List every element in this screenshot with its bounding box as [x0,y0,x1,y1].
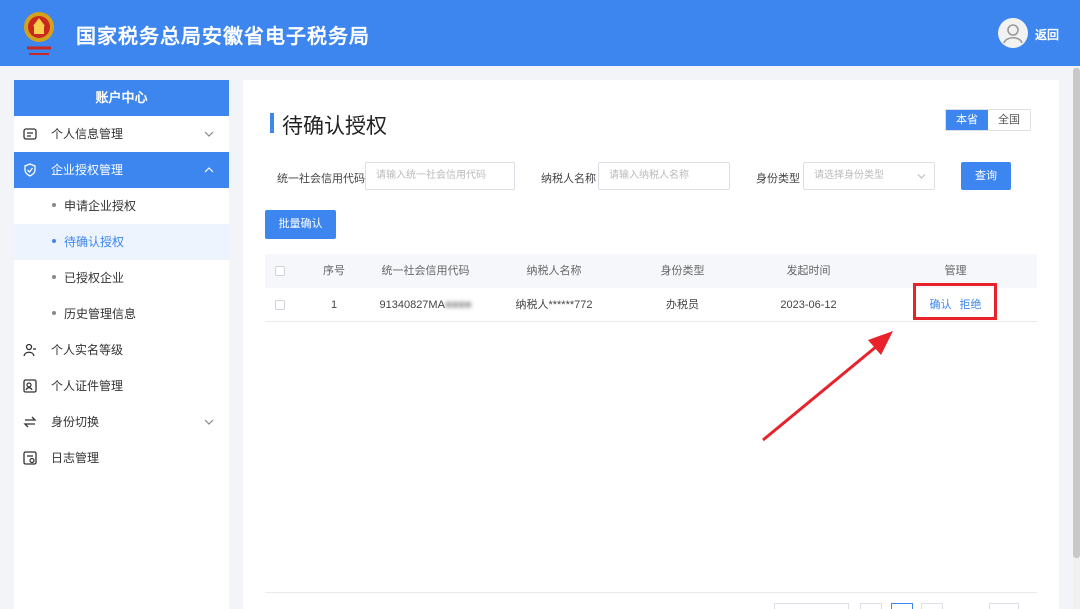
sidebar-item-label: 个人实名等级 [51,343,124,357]
credit-code-blurred: ■■■■ [444,299,472,311]
sidebar-item-label: 个人证件管理 [51,379,124,393]
user-level-icon [23,343,36,357]
taxpayer-name-label: 纳税人名称 [541,173,596,185]
column-header: 身份类型 [660,265,705,277]
app-header: 国家税务总局安徽省电子税务局 返回 [0,0,1080,66]
id-card-icon [23,128,37,140]
sidebar-item-label: 历史管理信息 [64,307,137,321]
sidebar-item-label: 企业授权管理 [51,163,124,177]
shield-check-icon [24,163,36,177]
row-checkbox[interactable] [275,300,285,310]
user-avatar-icon[interactable] [998,18,1028,48]
sidebar-item-logs[interactable]: 日志管理 [14,440,229,476]
sidebar-item-label: 申请企业授权 [64,199,137,213]
sidebar-item-certificates[interactable]: 个人证件管理 [14,368,229,404]
switch-icon [23,416,37,428]
sidebar-item-label: 已授权企业 [64,271,125,285]
sidebar-item-identity-switch[interactable]: 身份切换 [14,404,229,440]
sidebar-subitem-pending-auth[interactable]: 待确认授权 [14,224,229,260]
page-title: 待确认授权 [282,115,387,138]
query-button[interactable]: 查询 [961,162,1011,190]
chevron-up-icon [204,167,214,173]
row-index: 1 [330,299,338,311]
bullet-icon [52,274,56,279]
sidebar-subitem-authorized-enterprises[interactable]: 已授权企业 [14,260,229,296]
sidebar-item-enterprise-auth[interactable]: 企业授权管理 [14,152,229,188]
credit-code-input[interactable]: 请输入统一社会信用代码 [365,162,515,190]
credit-code-label: 统一社会信用代码 [277,173,365,185]
column-header: 纳税人名称 [526,265,582,277]
log-icon [23,451,37,465]
sidebar-subitem-apply-auth[interactable]: 申请企业授权 [14,188,229,224]
batch-confirm-button[interactable]: 批量确认 [265,210,336,239]
sidebar: 账户中心 个人信息管理 企业授权管理 申请企业授权 待确认授权 已授权企业 历史… [14,80,229,609]
sidebar-item-label: 待确认授权 [64,235,125,249]
credit-code-value: 91340827MA [379,299,445,311]
tax-emblem-icon [24,12,54,55]
sidebar-title: 账户中心 [14,80,229,116]
identity-type-label: 身份类型 [756,173,800,185]
sidebar-item-label: 身份切换 [51,415,100,429]
date-cell: 2023-06-12 [780,299,837,311]
credit-code-cell: 91340827MA■■■■ [358,288,493,322]
identity-cell: 办税员 [666,299,699,311]
taxpayer-name-input[interactable]: 请输入纳税人名称 [598,162,730,190]
sidebar-subitem-history[interactable]: 历史管理信息 [14,296,229,332]
chevron-down-icon [204,131,214,137]
sidebar-item-label: 个人信息管理 [51,127,124,141]
scope-toggle: 本省 全国 [945,109,1031,131]
select-all-checkbox[interactable] [275,266,285,276]
next-page-button[interactable] [921,603,943,609]
scope-local-button[interactable]: 本省 [946,110,988,130]
divider [265,592,1037,593]
prev-page-button[interactable] [860,603,882,609]
goto-page-input[interactable] [989,603,1019,609]
back-link[interactable]: 返回 [1035,26,1059,43]
bullet-icon [52,238,56,243]
identity-type-placeholder: 请选择身份类型 [814,170,884,181]
taxpayer-cell: 纳税人******772 [515,299,593,311]
column-header: 序号 [323,265,345,277]
page-number-button[interactable] [891,603,913,609]
bullet-icon [52,310,56,315]
bullet-icon [52,202,56,207]
sidebar-item-realname-level[interactable]: 个人实名等级 [14,332,229,368]
scope-national-button[interactable]: 全国 [988,110,1030,130]
page-size-select[interactable] [774,603,849,609]
sidebar-item-personal-info[interactable]: 个人信息管理 [14,116,229,152]
identity-type-select[interactable]: 请选择身份类型 [803,162,935,190]
column-header: 统一社会信用代码 [381,265,470,277]
main-panel: 待确认授权 本省 全国 统一社会信用代码 请输入统一社会信用代码 纳税人名称 请… [243,80,1059,609]
chevron-down-icon [204,419,214,425]
sidebar-item-label: 日志管理 [51,451,100,465]
app-title: 国家税务总局安徽省电子税务局 [76,26,370,48]
annotation-highlight-box [913,283,997,320]
chevron-down-icon [917,174,926,179]
certificate-icon [23,379,37,393]
column-header: 发起时间 [786,265,831,277]
title-accent-bar [270,113,274,133]
scrollbar-thumb[interactable] [1073,68,1080,558]
